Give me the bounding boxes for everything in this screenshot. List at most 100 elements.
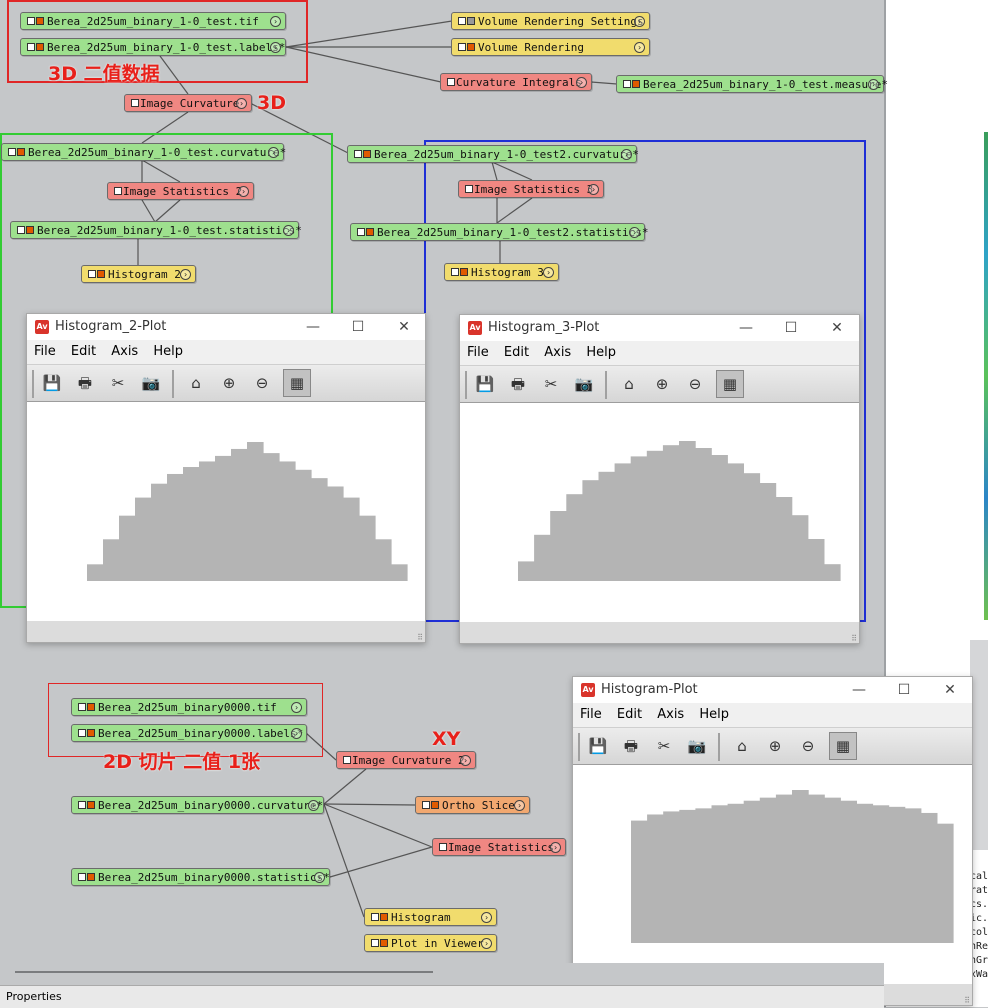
connect-arrow-icon[interactable]: › [543,267,554,278]
node-curvature-2d[interactable]: Berea_2d25um_binary0000.curvature* › [71,796,324,814]
viewer-toggle-icon[interactable] [8,148,16,156]
resize-grip-icon[interactable]: ⠿ [417,633,423,642]
menu-help[interactable]: Help [699,707,729,722]
menu-help[interactable]: Help [153,344,183,359]
node-curvature-3d-test2[interactable]: Berea_2d25um_binary_1-0_test2.curvature*… [347,145,639,163]
viewer-toggle-icon[interactable] [465,185,473,193]
connect-arrow-icon[interactable]: › [634,16,645,27]
horizontal-scrollbar[interactable] [0,963,884,985]
viewer-toggle-icon[interactable] [447,78,455,86]
viewer-toggle-icon[interactable] [78,801,86,809]
zoom-out-icon[interactable]: ⊖ [684,373,706,395]
node-labels-2d[interactable]: Berea_2d25um_binary0000.labels* › [71,724,307,742]
menu-edit[interactable]: Edit [617,707,642,722]
connect-arrow-icon[interactable]: › [514,800,525,811]
node-labels-3d[interactable]: Berea_2d25um_binary_1-0_test.labels* › [20,38,286,56]
connect-arrow-icon[interactable]: › [481,938,492,949]
zoom-in-icon[interactable]: ⊕ [218,372,240,394]
menu-edit[interactable]: Edit [71,344,96,359]
save-icon[interactable]: 💾 [41,372,63,394]
connect-arrow-icon[interactable]: › [550,842,561,853]
viewer-toggle-icon[interactable] [131,99,139,107]
menu-axis[interactable]: Axis [111,344,138,359]
node-image-statistics-3[interactable]: Image Statistics 3 › [458,180,604,198]
zoom-in-icon[interactable]: ⊕ [764,735,786,757]
connect-arrow-icon[interactable]: › [270,42,281,53]
grid-icon[interactable]: ▦ [716,370,744,398]
home-icon[interactable]: ⌂ [618,373,640,395]
save-icon[interactable]: 💾 [587,735,609,757]
window-titlebar[interactable]: Av Histogram_2-Plot — ☐ ✕ [27,314,425,340]
node-plot-in-viewer[interactable]: Plot in Viewer › [364,934,497,952]
node-histogram-3[interactable]: Histogram 3 › [444,263,559,281]
histogram-plot-area[interactable] [27,402,425,621]
connect-arrow-icon[interactable]: › [180,269,191,280]
viewer-toggle-icon[interactable] [451,268,459,276]
viewer-toggle-icon[interactable] [88,270,96,278]
window-titlebar[interactable]: Av Histogram_3-Plot — ☐ ✕ [460,315,859,341]
maximize-button[interactable]: ☐ [776,315,806,341]
viewer-toggle-icon[interactable] [357,228,365,236]
node-histogram-2[interactable]: Histogram 2 › [81,265,196,283]
viewer-toggle-icon[interactable] [27,17,35,25]
viewer-toggle-icon[interactable] [17,226,25,234]
viewer-toggle-icon[interactable] [371,939,379,947]
minimize-button[interactable]: — [298,314,328,340]
node-image-curvature-2[interactable]: Image Curvature 2 › [336,751,476,769]
window-titlebar[interactable]: Av Histogram-Plot — ☐ ✕ [573,677,972,703]
node-image-statistics[interactable]: Image Statistics › [432,838,566,856]
viewer-toggle-icon[interactable] [78,703,86,711]
minimize-button[interactable]: — [731,315,761,341]
viewer-toggle-icon[interactable] [114,187,122,195]
node-curvature-3d[interactable]: Berea_2d25um_binary_1-0_test.curvature* › [1,143,286,161]
viewer-toggle-icon[interactable] [354,150,362,158]
properties-panel-header[interactable]: Properties [0,985,884,1008]
save-icon[interactable]: 💾 [474,373,496,395]
connect-arrow-icon[interactable]: › [588,184,599,195]
print-icon[interactable]: 🖶 [620,735,642,757]
resize-grip-icon[interactable]: ⠿ [964,996,970,1005]
viewer-toggle-icon[interactable] [78,729,86,737]
node-tif-2d[interactable]: Berea_2d25um_binary0000.tif › [71,698,307,716]
viewer-toggle-icon[interactable] [458,43,466,51]
close-button[interactable]: ✕ [935,677,965,703]
close-button[interactable]: ✕ [389,314,419,340]
resize-grip-icon[interactable]: ⠿ [851,634,857,643]
viewer-toggle-icon[interactable] [371,913,379,921]
connect-arrow-icon[interactable]: › [238,186,249,197]
viewer-toggle-icon[interactable] [458,17,466,25]
menu-edit[interactable]: Edit [504,345,529,360]
connect-arrow-icon[interactable]: › [236,98,247,109]
viewer-toggle-icon[interactable] [343,756,351,764]
connect-arrow-icon[interactable]: › [270,16,281,27]
node-statistics-3d[interactable]: Berea_2d25um_binary_1-0_test.statistics*… [10,221,302,239]
connect-arrow-icon[interactable]: › [268,147,279,158]
snapshot-icon[interactable]: 📷 [573,373,595,395]
window-histogram-plot[interactable]: Av Histogram-Plot — ☐ ✕ File Edit Axis H… [572,676,973,1006]
maximize-button[interactable]: ☐ [343,314,373,340]
connect-arrow-icon[interactable]: › [460,755,471,766]
connect-arrow-icon[interactable]: › [481,912,492,923]
menu-axis[interactable]: Axis [657,707,684,722]
close-button[interactable]: ✕ [822,315,852,341]
viewer-toggle-icon[interactable] [78,873,86,881]
menu-file[interactable]: File [580,707,602,722]
node-volume-rendering-settings[interactable]: Volume Rendering Settings › [451,12,650,30]
node-image-curvature[interactable]: Image Curvature › [124,94,252,112]
tools-icon[interactable]: ✂ [540,373,562,395]
viewer-toggle-icon[interactable] [623,80,631,88]
tools-icon[interactable]: ✂ [107,372,129,394]
print-icon[interactable]: 🖶 [74,372,96,394]
connect-arrow-icon[interactable]: › [868,79,879,90]
tools-icon[interactable]: ✂ [653,735,675,757]
histogram-plot-area[interactable] [460,403,859,622]
node-measure[interactable]: Berea_2d25um_binary_1-0_test.measure* › [616,75,888,93]
menu-file[interactable]: File [34,344,56,359]
node-volume-rendering[interactable]: Volume Rendering › [451,38,650,56]
home-icon[interactable]: ⌂ [185,372,207,394]
zoom-out-icon[interactable]: ⊖ [251,372,273,394]
menu-axis[interactable]: Axis [544,345,571,360]
connect-arrow-icon[interactable]: › [621,149,632,160]
connect-arrow-icon[interactable]: › [314,872,325,883]
maximize-button[interactable]: ☐ [889,677,919,703]
